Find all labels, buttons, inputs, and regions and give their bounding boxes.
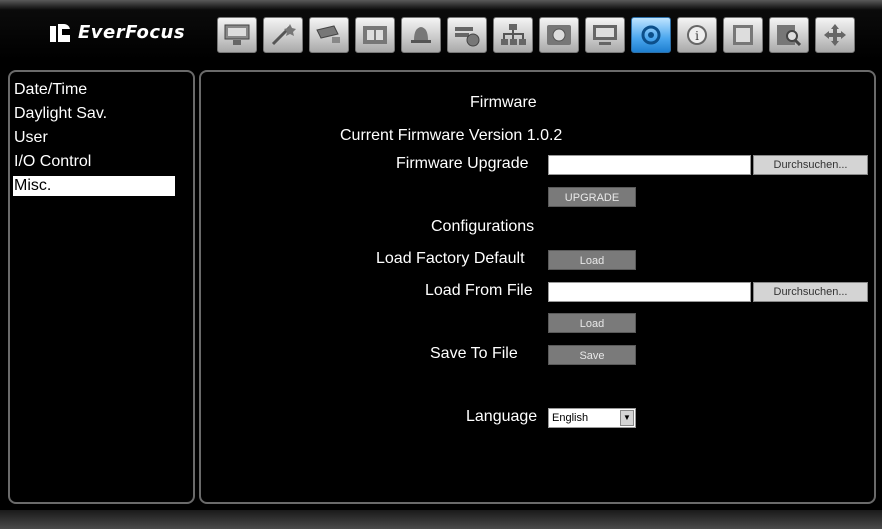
svg-text:i: i bbox=[695, 29, 699, 43]
load-from-file-path-input[interactable] bbox=[548, 282, 751, 302]
sidebar-item-io-control[interactable]: I/O Control bbox=[13, 152, 175, 172]
bottom-bar bbox=[0, 510, 882, 529]
save-to-file-label: Save To File bbox=[430, 345, 518, 362]
film-icon[interactable] bbox=[355, 17, 395, 53]
display-icon[interactable] bbox=[217, 17, 257, 53]
load-factory-default-button[interactable]: Load bbox=[548, 250, 636, 270]
network-icon[interactable] bbox=[493, 17, 533, 53]
firmware-upgrade-label: Firmware Upgrade bbox=[396, 155, 529, 172]
logo-mark-icon bbox=[50, 23, 70, 42]
language-label: Language bbox=[466, 408, 538, 425]
current-firmware-version: Current Firmware Version 1.0.2 bbox=[340, 127, 562, 145]
event-log-icon[interactable] bbox=[723, 17, 763, 53]
system-settings-icon[interactable] bbox=[631, 17, 671, 53]
sidebar-item-daylight-saving[interactable]: Daylight Sav. bbox=[13, 104, 175, 124]
configurations-heading: Configurations bbox=[431, 218, 535, 235]
language-select[interactable]: English ▼ bbox=[548, 408, 636, 428]
current-version-label: Current Firmware Version bbox=[340, 127, 523, 144]
current-version-value: 1.0.2 bbox=[526, 127, 563, 144]
firmware-browse-button[interactable]: Durchsuchen... bbox=[753, 155, 868, 175]
brand-name: EverFocus bbox=[78, 22, 186, 43]
load-from-file-label: Load From File bbox=[425, 282, 533, 299]
firmware-heading: Firmware bbox=[470, 94, 537, 111]
sidebar-item-misc[interactable]: Misc. bbox=[13, 176, 175, 196]
alarm-bell-icon[interactable] bbox=[401, 17, 441, 53]
load-from-file-button[interactable]: Load bbox=[548, 313, 636, 333]
wizard-icon[interactable] bbox=[263, 17, 303, 53]
save-to-file-button[interactable]: Save bbox=[548, 345, 636, 365]
upgrade-button[interactable]: UPGRADE bbox=[548, 187, 636, 207]
load-from-file-browse-button[interactable]: Durchsuchen... bbox=[753, 282, 868, 302]
info-icon[interactable]: i bbox=[677, 17, 717, 53]
top-bar: EverFocus i bbox=[0, 0, 882, 60]
chevron-down-icon[interactable]: ▼ bbox=[620, 410, 634, 426]
disk-icon[interactable] bbox=[539, 17, 579, 53]
search-icon[interactable] bbox=[769, 17, 809, 53]
everfocus-logo: EverFocus bbox=[50, 22, 185, 43]
sidebar-item-user[interactable]: User bbox=[13, 128, 175, 148]
camera-icon[interactable] bbox=[309, 17, 349, 53]
main-toolbar: i bbox=[217, 17, 855, 53]
monitor-icon[interactable] bbox=[585, 17, 625, 53]
sidebar-item-date-time[interactable]: Date/Time bbox=[13, 80, 175, 100]
record-timer-icon[interactable] bbox=[447, 17, 487, 53]
move-icon[interactable] bbox=[815, 17, 855, 53]
language-select-value: English bbox=[552, 412, 589, 424]
firmware-upgrade-path-input[interactable] bbox=[548, 155, 751, 175]
load-factory-default-label: Load Factory Default bbox=[376, 250, 525, 267]
